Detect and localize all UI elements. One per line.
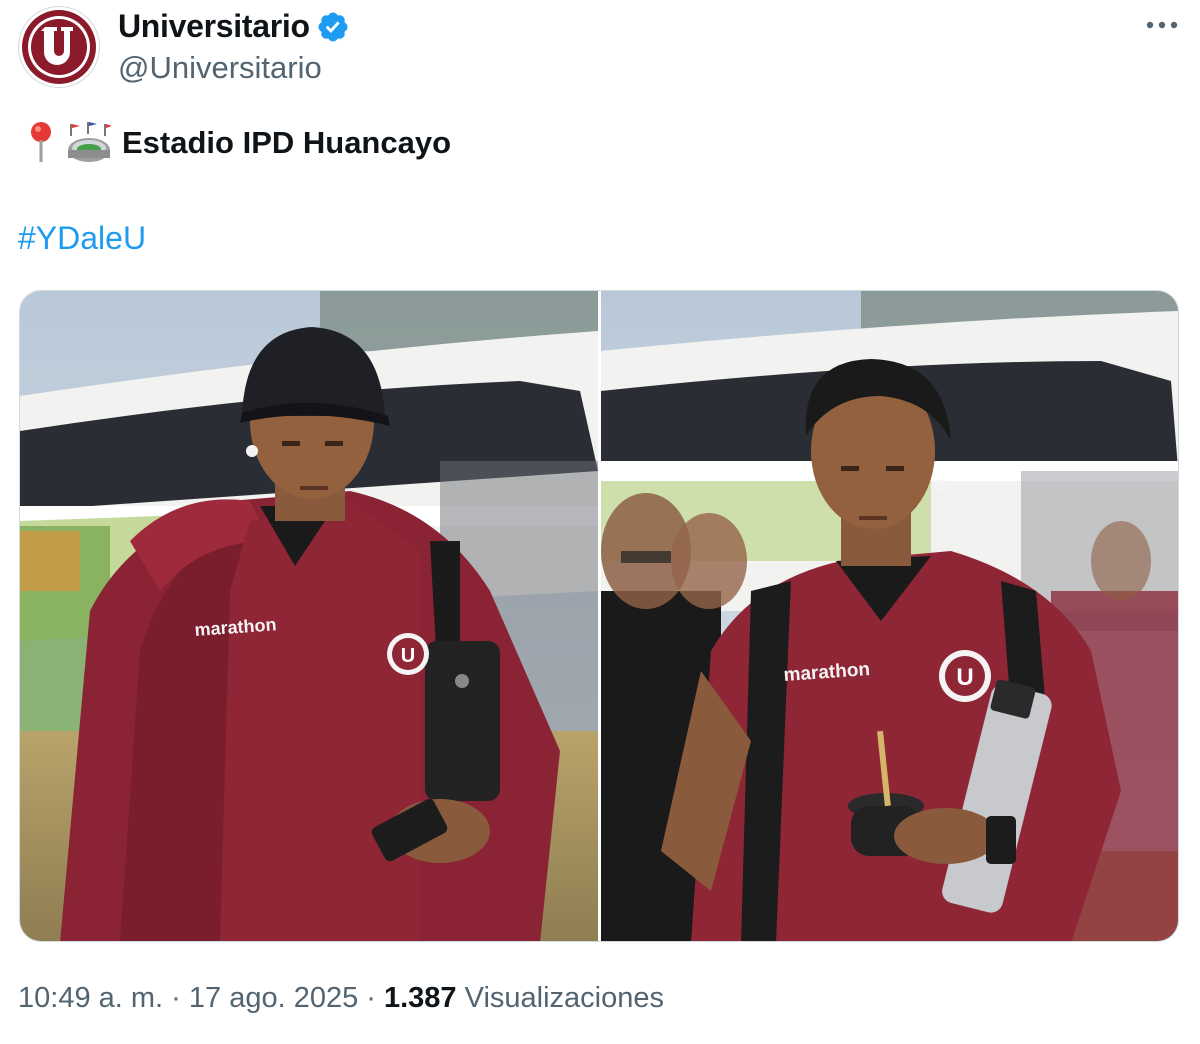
meta-separator-2: · [358, 982, 384, 1014]
avatar[interactable] [18, 6, 100, 88]
media-grid: U marathon U marathon [19, 290, 1179, 942]
tweet-date[interactable]: 17 ago. 2025 [189, 982, 358, 1014]
more-icon [1146, 21, 1178, 29]
meta-separator-1: · [163, 982, 189, 1014]
round-pushpin-icon [31, 122, 51, 162]
tweet-photo-1[interactable]: U marathon [20, 291, 598, 942]
more-options-button[interactable] [1142, 10, 1182, 40]
universitario-logo [22, 10, 96, 84]
tweet-text: Estadio IPD Huancayo [122, 125, 452, 160]
views-count: 1.387 [383, 982, 457, 1014]
tweet-time[interactable]: 10:49 a. m. [18, 982, 163, 1014]
svg-text:U: U [956, 664, 973, 691]
tweet-text-line: Estadio IPD Huancayo [26, 118, 451, 168]
svg-text:U: U [401, 645, 415, 667]
stadium-icon [68, 122, 112, 162]
verified-badge-icon [318, 12, 348, 42]
views-label: Visualizaciones [464, 982, 664, 1014]
account-handle[interactable]: @Universitario [118, 50, 322, 86]
display-name[interactable]: Universitario [118, 8, 310, 45]
tweet-meta: 10:49 a. m. · 17 ago. 2025 · 1.387 Visua… [18, 982, 664, 1015]
tweet-photo-2[interactable]: U marathon [601, 291, 1179, 942]
hashtag-link[interactable]: #YDaleU [18, 220, 146, 257]
